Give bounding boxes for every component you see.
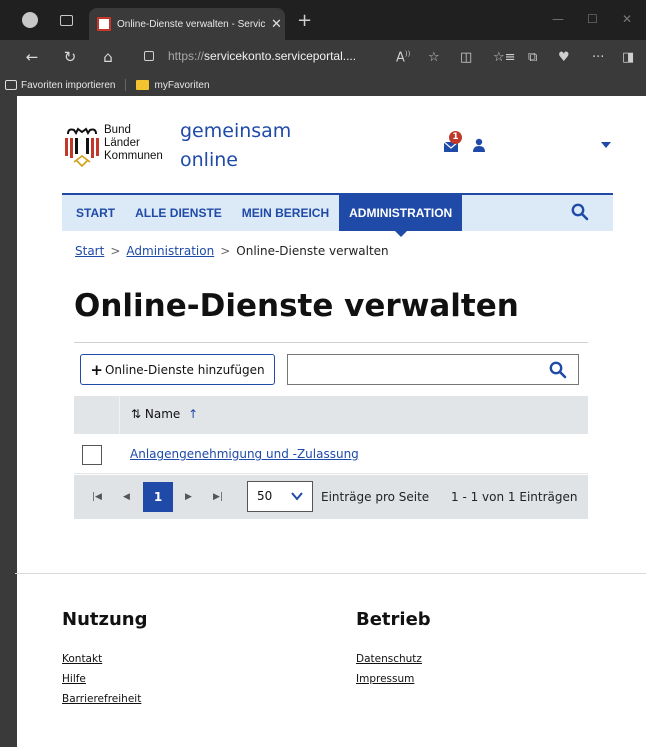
favorites-import-link[interactable]: Favoriten importieren <box>21 80 115 91</box>
url-field[interactable]: https:// servicekonto.serviceportal.... <box>144 49 356 63</box>
per-page-label: Einträge pro Seite <box>321 490 430 504</box>
title-divider <box>74 342 588 343</box>
breadcrumb: Start > Administration > Online-Dienste … <box>75 244 389 258</box>
breadcrumb-separator: > <box>220 244 231 258</box>
import-icon <box>5 80 17 90</box>
favorites-icon[interactable]: ☆≡ <box>493 50 516 65</box>
row-checkbox[interactable] <box>82 445 102 465</box>
logo-text-laender: Länder <box>104 137 140 149</box>
footer-link-kontakt[interactable]: Kontakt <box>62 653 102 665</box>
nav-item-administration[interactable]: ADMINISTRATION <box>339 195 463 237</box>
folder-icon <box>136 80 150 90</box>
nav-item-alle-dienste[interactable]: ALLE DIENSTE <box>125 195 232 231</box>
breadcrumb-administration[interactable]: Administration <box>126 244 214 258</box>
breadcrumb-start[interactable]: Start <box>75 244 104 258</box>
next-page-icon[interactable]: ▶ <box>185 492 192 502</box>
refresh-icon[interactable]: ↻ <box>60 48 80 66</box>
browser-titlebar: Online-Dienste verwalten - Servic ✕ + — … <box>0 0 646 40</box>
eagle-logo-icon <box>65 127 99 168</box>
table-header-select-column <box>74 396 120 434</box>
add-online-service-button[interactable]: + Online-Dienste hinzufügen <box>80 354 275 385</box>
main-nav: START ALLE DIENSTE MEIN BEREICH ADMINIST… <box>62 193 613 237</box>
per-page-value: 50 <box>257 489 273 503</box>
add-button-label: Online-Dienste hinzufügen <box>104 362 265 377</box>
user-icon[interactable] <box>472 138 486 152</box>
chevron-down-icon[interactable] <box>601 142 611 148</box>
last-page-icon[interactable]: ▶| <box>213 492 223 502</box>
breadcrumb-separator: > <box>110 244 121 258</box>
column-header-name[interactable]: ⇅ Name ↑ <box>131 407 198 421</box>
nav-item-start[interactable]: START <box>66 195 125 231</box>
first-page-icon[interactable]: |◀ <box>92 492 102 502</box>
search-icon[interactable] <box>571 203 589 221</box>
chevron-down-icon <box>291 492 303 501</box>
lock-icon <box>144 51 154 61</box>
column-header-name-label: Name <box>144 407 181 421</box>
nav-item-mein-bereich[interactable]: MEIN BEREICH <box>232 195 339 231</box>
sort-icon: ⇅ <box>131 407 142 421</box>
more-icon[interactable]: ··· <box>592 50 604 65</box>
extensions-icon[interactable]: ♥ <box>558 50 570 65</box>
favorite-star-icon[interactable]: ☆ <box>428 50 440 65</box>
footer-link-impressum[interactable]: Impressum <box>356 673 414 685</box>
notification-badge: 1 <box>449 131 462 144</box>
logo-text-bund: Bund <box>104 124 131 136</box>
profile-icon[interactable] <box>22 12 38 28</box>
tab-favicon-icon <box>97 17 111 31</box>
footer-divider <box>15 573 646 574</box>
url-scheme: https:// <box>168 49 205 63</box>
search-input[interactable] <box>287 354 579 385</box>
footer-link-datenschutz[interactable]: Datenschutz <box>356 653 422 665</box>
tab-actions-icon[interactable] <box>60 14 73 26</box>
favorites-bar: Favoriten importieren myFavoriten <box>0 74 646 96</box>
browser-tab[interactable]: Online-Dienste verwalten - Servic ✕ <box>89 8 285 40</box>
prev-page-icon[interactable]: ◀ <box>123 492 130 502</box>
result-count: 1 - 1 von 1 Einträgen <box>451 490 578 504</box>
footer-link-barrierefreiheit[interactable]: Barrierefreiheit <box>62 693 141 705</box>
search-icon[interactable] <box>549 361 567 379</box>
favbar-divider <box>125 79 127 91</box>
minimize-icon[interactable]: — <box>552 12 564 26</box>
footer-heading-nutzung: Nutzung <box>62 609 148 630</box>
sidebar-icon[interactable]: ◨ <box>622 50 634 65</box>
tab-close-icon[interactable]: ✕ <box>271 17 282 32</box>
maximize-icon[interactable]: ☐ <box>587 12 598 26</box>
address-bar: ← ↻ ⌂ https:// servicekonto.serviceporta… <box>0 40 646 74</box>
collections-icon[interactable]: ⧉ <box>528 50 537 65</box>
read-aloud-icon[interactable]: A)) <box>396 50 410 65</box>
tab-title: Online-Dienste verwalten - Servic <box>117 18 265 30</box>
sort-ascending-icon: ↑ <box>188 407 199 421</box>
current-page-button[interactable]: 1 <box>143 482 173 512</box>
logo-text-kommunen: Kommunen <box>104 150 163 162</box>
favorites-folder-link[interactable]: myFavoriten <box>154 80 209 91</box>
breadcrumb-current: Online-Dienste verwalten <box>236 244 389 258</box>
new-tab-icon[interactable]: + <box>297 10 312 31</box>
brand-name-line2[interactable]: online <box>180 149 238 171</box>
url-host: servicekonto.serviceportal.... <box>204 49 357 63</box>
page-title: Online-Dienste verwalten <box>74 288 519 324</box>
plus-icon: + <box>90 360 103 379</box>
brand-name-line1[interactable]: gemeinsam <box>180 120 291 142</box>
window-edge <box>0 96 15 747</box>
footer-heading-betrieb: Betrieb <box>356 609 431 630</box>
home-icon[interactable]: ⌂ <box>98 48 118 66</box>
split-screen-icon[interactable]: ◫ <box>460 50 472 65</box>
footer-link-hilfe[interactable]: Hilfe <box>62 673 86 685</box>
close-window-icon[interactable]: ✕ <box>622 12 632 26</box>
service-link[interactable]: Anlagengenehmigung und -Zulassung <box>130 447 359 461</box>
logo-text: Bund Länder Kommunen <box>104 124 163 163</box>
back-icon[interactable]: ← <box>22 48 42 66</box>
